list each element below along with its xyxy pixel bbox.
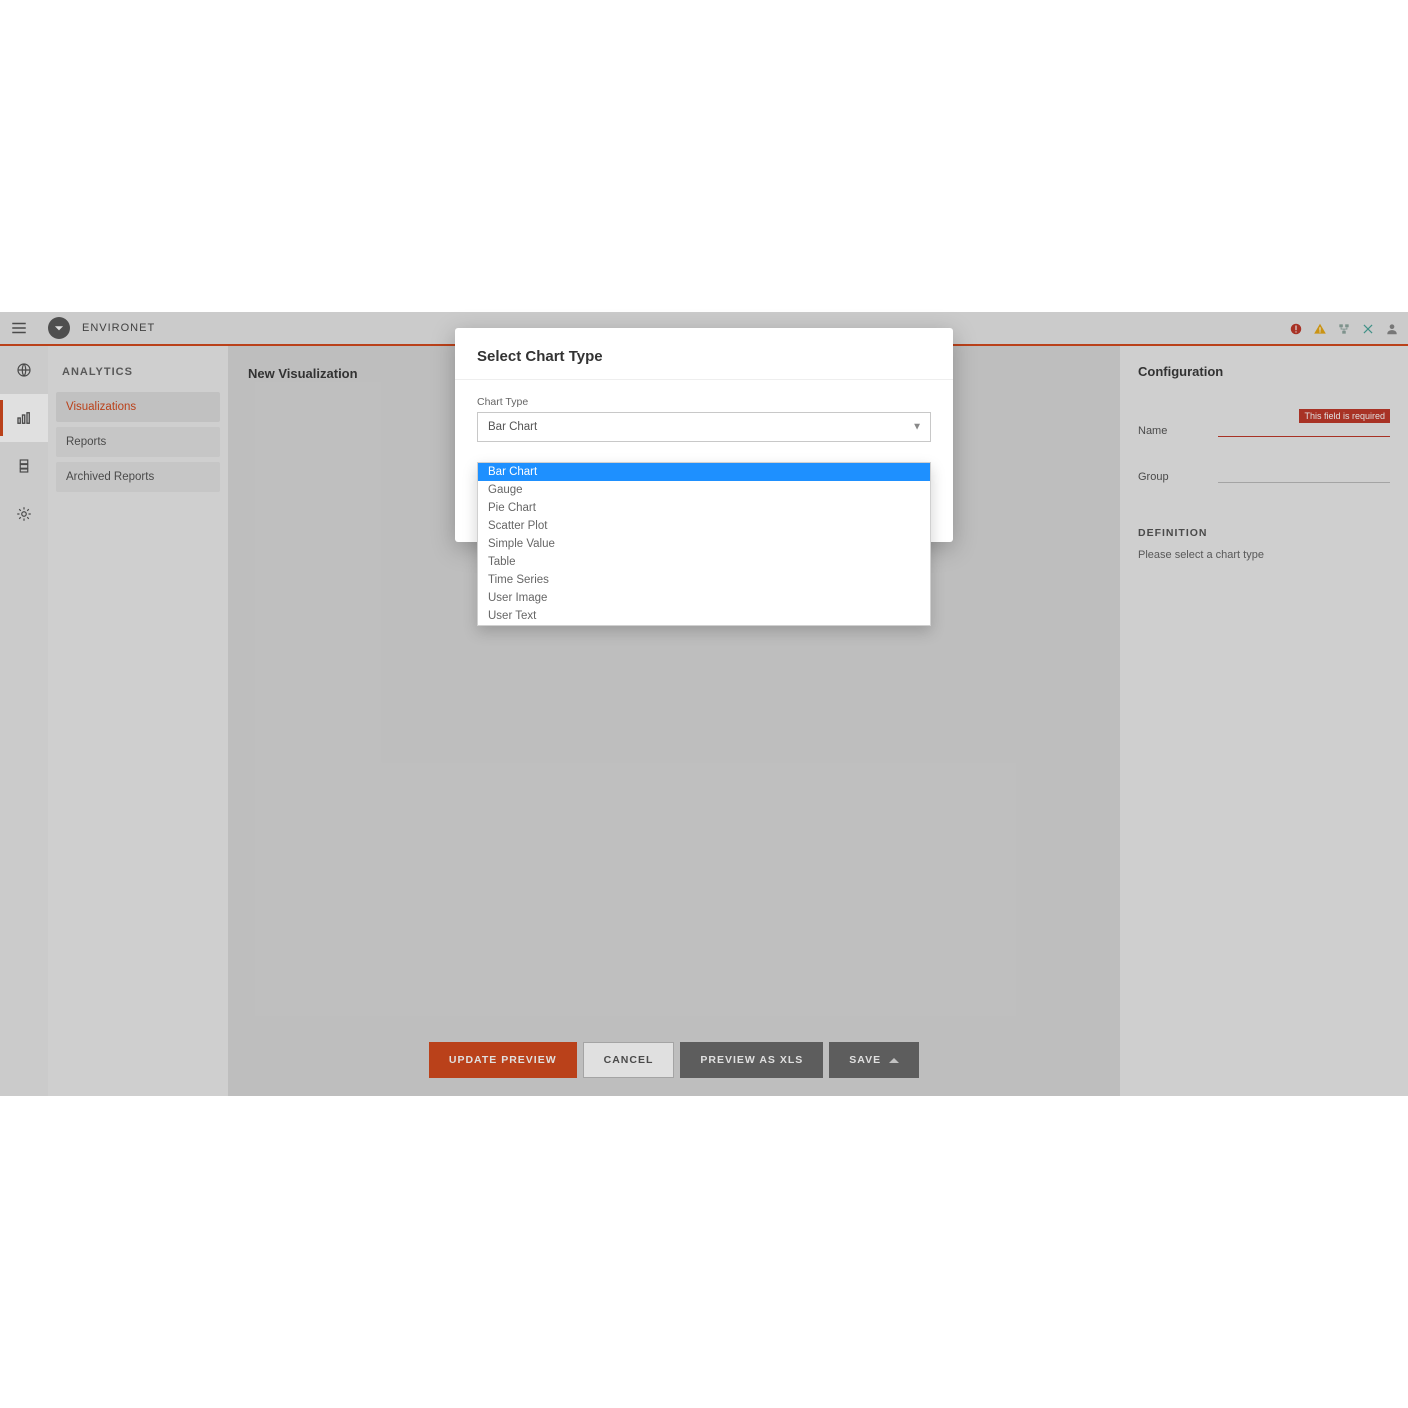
button-label: SAVE	[849, 1054, 881, 1066]
rail-item-analytics[interactable]	[0, 394, 48, 442]
modal-title: Select Chart Type	[477, 348, 931, 365]
update-preview-button[interactable]: UPDATE PREVIEW	[429, 1042, 577, 1078]
sidebar-item-label: Archived Reports	[66, 471, 154, 483]
dropdown-option[interactable]: Scatter Plot	[478, 517, 930, 535]
configuration-title: Configuration	[1138, 364, 1390, 379]
rail-item-server[interactable]	[0, 442, 48, 490]
select-chart-type-modal: Select Chart Type Chart Type Bar Chart ▼…	[455, 328, 953, 542]
configuration-panel: Configuration Name This field is require…	[1120, 346, 1408, 1096]
preview-as-xls-button[interactable]: PREVIEW AS XLS	[680, 1042, 823, 1078]
cancel-button[interactable]: CANCEL	[583, 1042, 675, 1078]
dropdown-option[interactable]: Bar Chart	[478, 463, 930, 481]
group-input[interactable]	[1218, 461, 1390, 483]
app-title: ENVIRONET	[82, 322, 155, 334]
caret-up-icon	[889, 1058, 899, 1063]
definition-header: DEFINITION	[1138, 527, 1390, 539]
chart-type-select[interactable]: Bar Chart ▼	[477, 412, 931, 442]
tools-icon[interactable]	[1360, 321, 1376, 337]
button-label: CANCEL	[604, 1054, 654, 1066]
group-label: Group	[1138, 471, 1218, 483]
save-button[interactable]: SAVE	[829, 1042, 919, 1078]
alert-error-icon[interactable]	[1288, 321, 1304, 337]
rail-item-settings[interactable]	[0, 490, 48, 538]
action-button-row: UPDATE PREVIEW CANCEL PREVIEW AS XLS SAV…	[228, 1042, 1120, 1078]
app-logo[interactable]	[48, 317, 70, 339]
sidebar-header: ANALYTICS	[54, 356, 222, 392]
dropdown-option[interactable]: Pie Chart	[478, 499, 930, 517]
sidebar-item-visualizations[interactable]: Visualizations	[56, 392, 220, 422]
sidebar-item-label: Reports	[66, 436, 106, 448]
network-icon[interactable]	[1336, 321, 1352, 337]
sidebar-item-label: Visualizations	[66, 401, 136, 413]
sidebar-item-reports[interactable]: Reports	[56, 427, 220, 457]
field-row-group: Group	[1138, 461, 1390, 483]
dropdown-option[interactable]: Simple Value	[478, 535, 930, 553]
chevron-down-icon: ▼	[912, 422, 922, 433]
dropdown-option[interactable]: Table	[478, 553, 930, 571]
dropdown-option[interactable]: User Text	[478, 607, 930, 625]
chart-type-dropdown: Bar ChartGaugePie ChartScatter PlotSimpl…	[477, 462, 931, 626]
analytics-sidebar: ANALYTICS Visualizations Reports Archive…	[48, 346, 228, 1096]
dropdown-option[interactable]: Gauge	[478, 481, 930, 499]
alert-warning-icon[interactable]	[1312, 321, 1328, 337]
dropdown-option[interactable]: User Image	[478, 589, 930, 607]
definition-text: Please select a chart type	[1138, 549, 1390, 561]
rail-item-globe[interactable]	[0, 346, 48, 394]
dropdown-option[interactable]: Time Series	[478, 571, 930, 589]
user-profile-icon[interactable]	[1384, 321, 1400, 337]
button-label: UPDATE PREVIEW	[449, 1054, 557, 1066]
required-badge: This field is required	[1299, 409, 1390, 423]
sidebar-item-archived-reports[interactable]: Archived Reports	[56, 462, 220, 492]
select-value: Bar Chart	[488, 421, 537, 433]
field-row-name: Name This field is required	[1138, 415, 1390, 437]
chart-type-label: Chart Type	[477, 396, 931, 408]
name-label: Name	[1138, 425, 1218, 437]
icon-rail	[0, 346, 48, 1096]
hamburger-icon[interactable]	[0, 311, 38, 345]
button-label: PREVIEW AS XLS	[700, 1054, 803, 1066]
